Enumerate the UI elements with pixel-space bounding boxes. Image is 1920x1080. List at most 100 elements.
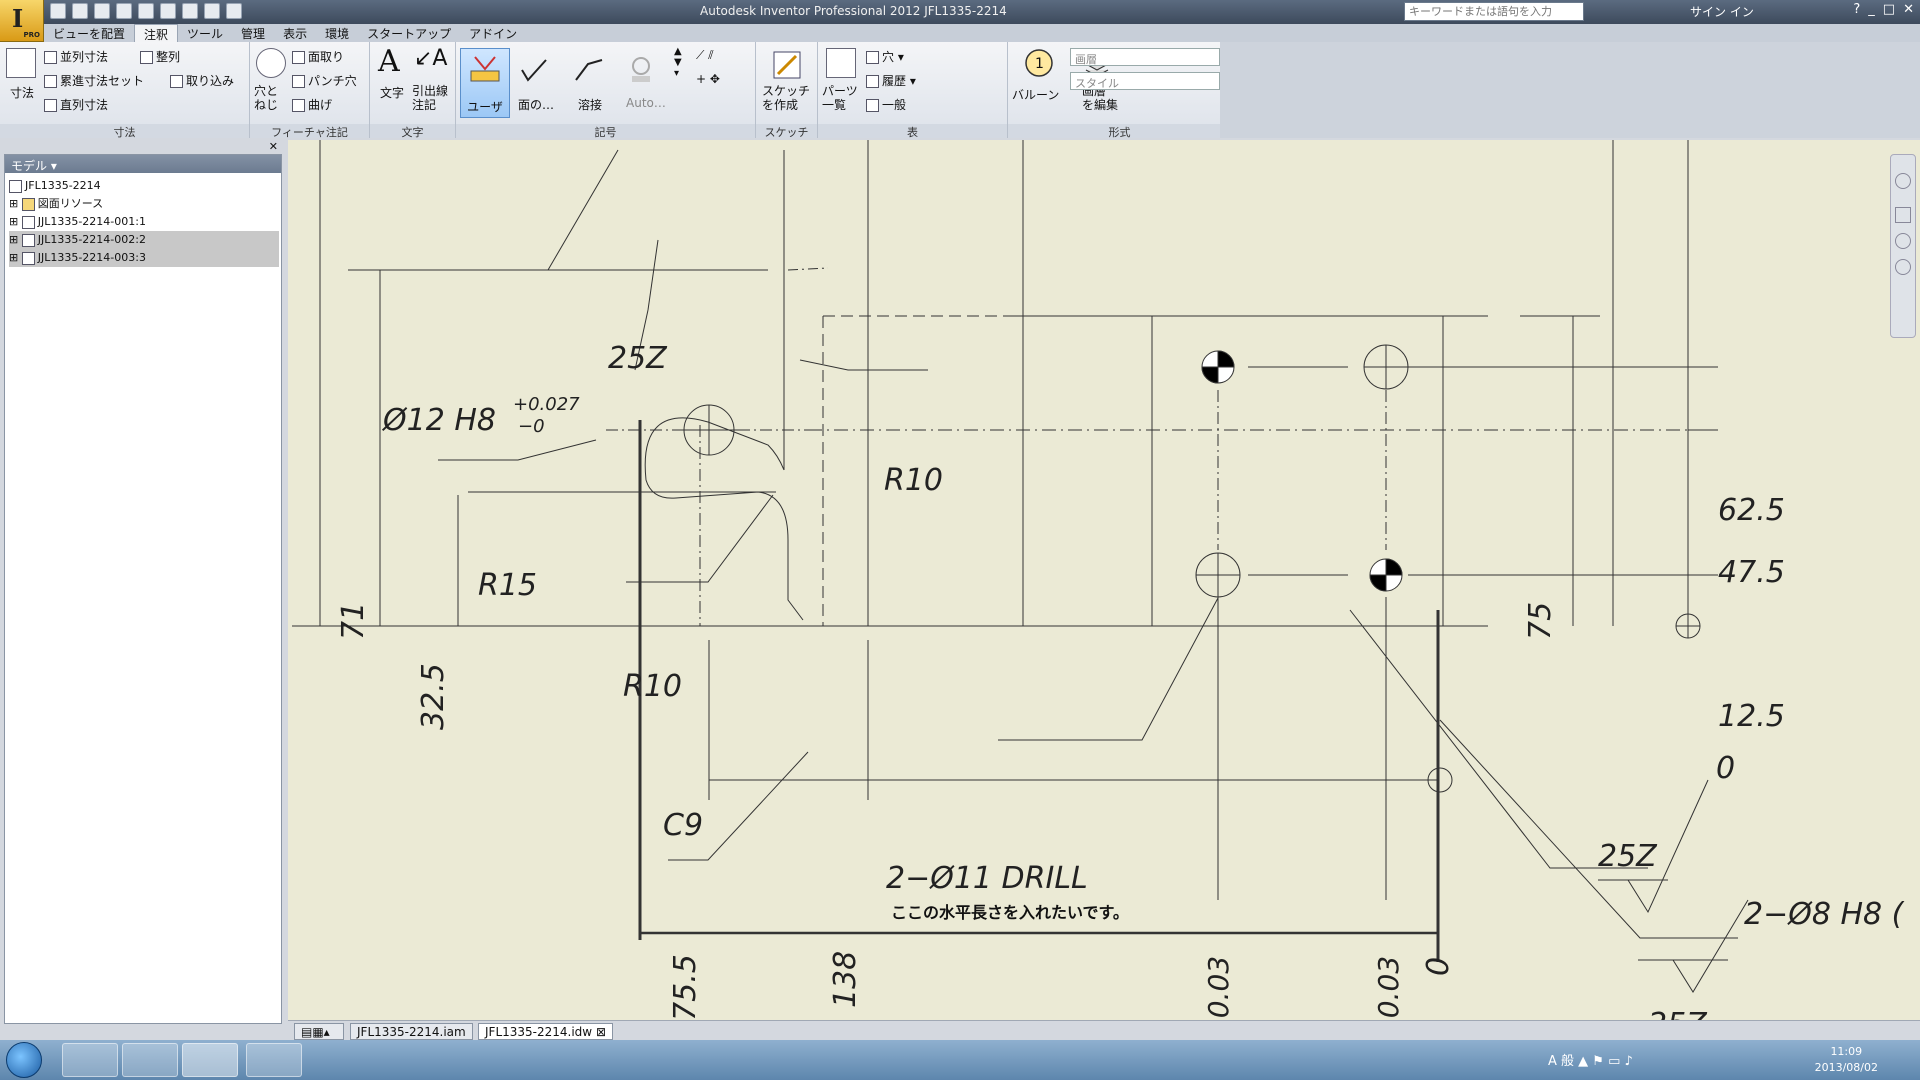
tab-get-started[interactable]: スタートアップ (358, 24, 460, 42)
maximize-icon[interactable]: □ (1883, 2, 1895, 17)
dim-175-5[interactable]: 175.5 (668, 954, 703, 1020)
zoom-icon[interactable] (1895, 233, 1911, 249)
dim-12-5-h[interactable]: 12.5±0.03 (1372, 956, 1405, 1020)
tree-item-sheet-3[interactable]: ⊞ JJL1335-2214-003:3 (9, 249, 279, 267)
tab-view[interactable]: 表示 (274, 24, 316, 42)
tree-root[interactable]: JFL1335-2214 (9, 177, 279, 195)
ie-icon[interactable] (62, 1043, 118, 1077)
search-input[interactable] (1404, 2, 1584, 21)
dim-25z-top[interactable]: 25Z (608, 341, 668, 376)
text-button[interactable]: 文字 (380, 84, 404, 101)
arrange-button[interactable]: 整列 (140, 48, 180, 65)
tab-annotate[interactable]: 注釈 (134, 24, 179, 42)
sign-in-button[interactable]: サイン イン (1690, 3, 1754, 20)
dim-drill[interactable]: 2−Ø11 DRILL (886, 861, 1088, 896)
create-sketch-button[interactable]: スケッチ を作成 (762, 84, 810, 112)
update-icon[interactable] (226, 3, 242, 19)
dim-138[interactable]: 138 (828, 951, 863, 1008)
dim-12-5-v[interactable]: 12.5 (1718, 699, 1785, 734)
dim-47-5[interactable]: 47.5 (1718, 555, 1785, 590)
revision-table-button[interactable]: 履歴 ▾ (866, 72, 916, 89)
general-table-button[interactable]: 一般 (866, 96, 906, 113)
layer-dropdown[interactable]: 画層 (1070, 48, 1220, 66)
minimize-icon[interactable]: _ (1868, 2, 1875, 17)
dim-25z-r2[interactable]: 25Z (1648, 1007, 1708, 1020)
sketch-point-icon[interactable]: + ✥ (696, 72, 720, 86)
baseline-dim-button[interactable]: 並列寸法 (44, 48, 108, 65)
dim-71[interactable]: 71 (336, 602, 371, 640)
dim-pin[interactable]: 2−Ø8 H8 ( (1744, 897, 1905, 932)
dim-25z-r1[interactable]: 25Z (1598, 839, 1658, 874)
dim-52-5[interactable]: 52.5±0.03 (1202, 956, 1235, 1020)
style-dropdown[interactable]: スタイル (1070, 72, 1220, 90)
dim-hole-dia[interactable]: Ø12 H8 (381, 403, 496, 438)
explorer-icon[interactable] (122, 1043, 178, 1077)
dim-0-h[interactable]: 0 (1421, 957, 1456, 976)
punch-button[interactable]: パンチ穴 (292, 72, 357, 89)
dim-32-5[interactable]: 32.5 (416, 663, 451, 730)
pan-icon[interactable] (1895, 207, 1911, 223)
auto-button[interactable]: Auto… (626, 96, 666, 110)
surface-texture-button[interactable]: 面の… (518, 96, 554, 113)
zoom-all-icon[interactable] (1895, 259, 1911, 275)
bend-button[interactable]: 曲げ (292, 96, 332, 113)
application-menu-button[interactable]: I PRO (0, 0, 44, 42)
start-button[interactable] (6, 1042, 42, 1078)
dim-tol-minus[interactable]: −0 (518, 416, 545, 437)
browser-header[interactable]: モデル ▾ (5, 155, 281, 173)
print-icon[interactable] (160, 3, 176, 19)
new-icon[interactable] (50, 3, 66, 19)
tab-idw[interactable]: JFL1335-2214.idw ⊠ (478, 1023, 614, 1040)
dim-62-5[interactable]: 62.5 (1718, 493, 1785, 528)
hole-table-button[interactable]: 穴 ▾ (866, 48, 904, 65)
chamfer-button[interactable]: 面取り (292, 48, 344, 65)
dimension-button[interactable]: 寸法 (10, 84, 34, 101)
balloon-button[interactable]: バルーン (1012, 86, 1059, 103)
clock[interactable]: 11:09 2013/08/02 (1815, 1044, 1878, 1076)
return-icon[interactable] (204, 3, 220, 19)
dim-r10-mid[interactable]: R10 (623, 669, 682, 704)
system-tray[interactable]: A 般 ▲ ⚑ ▭ ♪ (1548, 1050, 1633, 1069)
retrieve-button[interactable]: 取り込み (170, 72, 234, 89)
help-icon[interactable]: ? (1853, 2, 1860, 17)
dim-r10-top[interactable]: R10 (884, 463, 943, 498)
tab-place-views[interactable]: ビューを配置 (44, 24, 134, 42)
inventor-taskbar-icon[interactable] (182, 1043, 238, 1077)
chain-dim-button[interactable]: 直列寸法 (44, 96, 108, 113)
hole-thread-button[interactable]: 穴と ねじ (254, 84, 278, 112)
user-symbol-icon (470, 56, 500, 82)
dim-tol-plus[interactable]: +0.027 (513, 394, 580, 415)
excel-icon[interactable] (246, 1043, 302, 1077)
parts-list-button[interactable]: パーツ 一覧 (822, 84, 858, 112)
dim-c9[interactable]: C9 (663, 808, 703, 843)
tab-close-icon[interactable]: ⊠ (596, 1025, 606, 1039)
drawing-svg[interactable]: 25Z Ø12 H8 +0.027 −0 R10 R15 R10 71 32.5… (288, 140, 1920, 1020)
project-icon[interactable] (182, 3, 198, 19)
tab-tools[interactable]: ツール (178, 24, 232, 42)
save-icon[interactable] (94, 3, 110, 19)
tab-environments[interactable]: 環境 (316, 24, 358, 42)
dim-75[interactable]: 75 (1523, 602, 1558, 640)
close-icon[interactable]: ✕ (1903, 2, 1914, 17)
drawing-canvas[interactable]: 25Z Ø12 H8 +0.027 −0 R10 R15 R10 71 32.5… (288, 140, 1920, 1020)
sketch-line-icon[interactable]: ⟋ ⫽ (696, 48, 714, 63)
redo-icon[interactable] (138, 3, 154, 19)
tree-item-resources[interactable]: ⊞ 図面リソース (9, 195, 279, 213)
open-icon[interactable] (72, 3, 88, 19)
tab-add-ins[interactable]: アドイン (460, 24, 526, 42)
tab-layout-icon[interactable]: ▤▦▴ (294, 1023, 344, 1040)
steering-wheel-icon[interactable] (1895, 173, 1911, 189)
browser-close-icon[interactable]: ✕ (269, 140, 278, 153)
tree-item-sheet-2[interactable]: ⊞ JJL1335-2214-002:2 (9, 231, 279, 249)
gallery-scroll-icon[interactable]: ▲ ▼ ▾ (674, 46, 682, 79)
leader-text-button[interactable]: 引出線 注記 (412, 84, 448, 112)
tab-manage[interactable]: 管理 (232, 24, 274, 42)
undo-icon[interactable] (116, 3, 132, 19)
dim-0-v[interactable]: 0 (1716, 751, 1735, 786)
tab-iam[interactable]: JFL1335-2214.iam (350, 1023, 473, 1040)
tree-item-sheet-1[interactable]: ⊞ JJL1335-2214-001:1 (9, 213, 279, 231)
weld-button[interactable]: 溶接 (578, 96, 602, 113)
user-symbol-button[interactable]: ユーザ (460, 48, 510, 118)
ordinate-set-button[interactable]: 累進寸法セット (44, 72, 144, 89)
dim-r15[interactable]: R15 (478, 568, 537, 603)
